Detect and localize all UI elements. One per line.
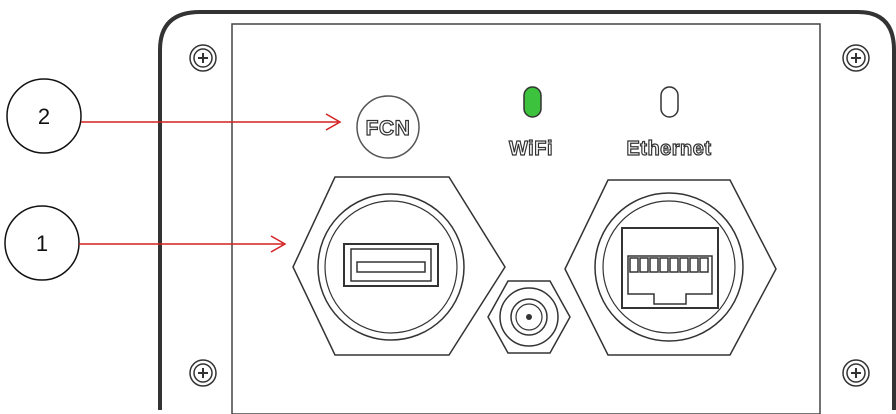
wifi-led bbox=[523, 86, 542, 118]
fcn-button[interactable]: FCN bbox=[356, 95, 420, 159]
fcn-button-label: FCN bbox=[366, 117, 411, 140]
usb-port-icon bbox=[343, 243, 439, 287]
callout-2-number: 2 bbox=[38, 104, 50, 129]
rj45-port-icon bbox=[621, 227, 719, 309]
ethernet-led bbox=[660, 86, 679, 118]
wifi-label: WiFi bbox=[509, 138, 553, 160]
screw-icon bbox=[189, 44, 217, 72]
screw-icon bbox=[189, 359, 217, 387]
ethernet-label: Ethernet bbox=[626, 138, 711, 160]
callout-1-number: 1 bbox=[36, 231, 48, 256]
screw-icon bbox=[842, 44, 870, 72]
device-diagram: FCN WiFi Ethernet 2 1 bbox=[4, 10, 896, 414]
screw-icon bbox=[842, 359, 870, 387]
ethernet-port[interactable] bbox=[564, 179, 777, 356]
